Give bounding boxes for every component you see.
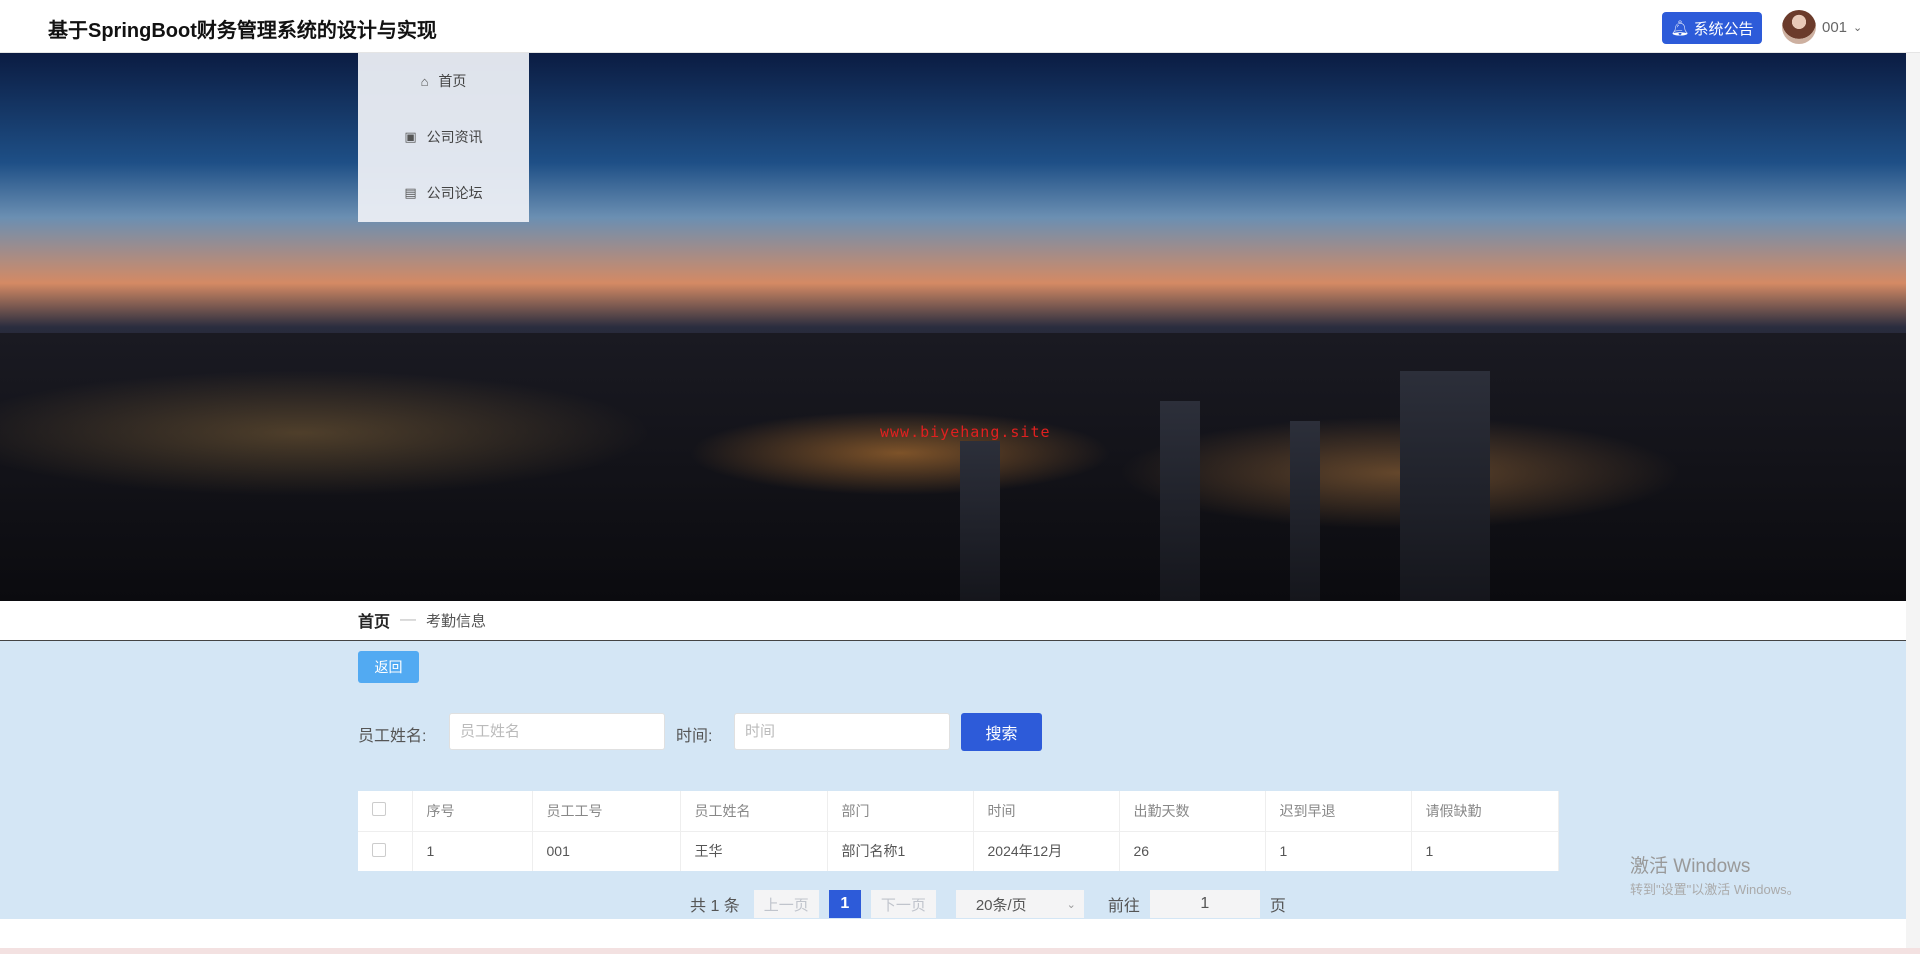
table-cell: 1	[1265, 831, 1412, 871]
column-header: 时间	[973, 791, 1120, 832]
time-input[interactable]	[734, 713, 950, 750]
breadcrumb: 首页 — 考勤信息	[358, 608, 486, 632]
chevron-down-icon: ⌄	[1853, 21, 1863, 34]
city-skyline	[0, 333, 1920, 601]
bell-icon: 🔔︎	[1670, 20, 1690, 37]
table-header-row: 序号 员工工号 员工姓名 部门 时间 出勤天数 迟到早退 请假缺勤	[358, 791, 1559, 832]
breadcrumb-current: 考勤信息	[426, 612, 487, 630]
search-button[interactable]: 搜索	[961, 713, 1042, 751]
watermark-text: www.biyehang.site	[880, 423, 1051, 441]
column-header: 员工姓名	[680, 791, 828, 832]
user-menu[interactable]: 001 ⌄	[1782, 10, 1862, 44]
column-header: 序号	[412, 791, 533, 832]
employee-name-input[interactable]	[449, 713, 665, 750]
column-header: 请假缺勤	[1411, 791, 1559, 832]
next-page-button[interactable]: 下一页	[870, 890, 936, 918]
nav-item-label: 首页	[438, 73, 467, 89]
select-all-cell	[358, 791, 413, 832]
breadcrumb-separator: —	[400, 611, 417, 628]
goto-page-input[interactable]: 1	[1149, 890, 1260, 918]
breadcrumb-home[interactable]: 首页	[358, 608, 390, 632]
nav-item-news[interactable]: ▣ 公司资讯	[358, 109, 529, 165]
column-header: 员工工号	[532, 791, 681, 832]
column-header: 部门	[827, 791, 974, 832]
nav-item-label: 公司资讯	[426, 129, 483, 145]
banner-image	[0, 53, 1920, 601]
building	[960, 441, 1000, 601]
top-bar: 基于SpringBoot财务管理系统的设计与实现 🔔︎ 系统公告 001 ⌄	[0, 0, 1920, 53]
building	[1400, 371, 1490, 601]
prev-page-button[interactable]: 上一页	[753, 890, 819, 918]
table-cell: 001	[532, 831, 681, 871]
system-notice-button[interactable]: 🔔︎ 系统公告	[1662, 12, 1762, 44]
windows-activation-title: 激活 Windows	[1630, 856, 1751, 877]
scrollbar[interactable]	[1906, 53, 1920, 954]
windows-activation-hint: 转到"设置"以激活 Windows。	[1630, 882, 1800, 897]
select-all-checkbox[interactable]	[372, 802, 386, 817]
username: 001	[1822, 18, 1848, 36]
back-button[interactable]: 返回	[358, 651, 419, 683]
avatar	[1782, 10, 1816, 44]
nav-item-forum[interactable]: ▤ 公司论坛	[358, 165, 529, 221]
table-cell: 部门名称1	[827, 831, 974, 871]
table-cell: 王华	[680, 831, 828, 871]
site-title: 基于SpringBoot财务管理系统的设计与实现	[48, 20, 437, 42]
news-icon: ▣	[404, 129, 417, 144]
nav-item-home[interactable]: ⌂ 首页	[358, 53, 529, 109]
home-icon: ⌂	[420, 73, 429, 89]
page-unit-label: 页	[1269, 898, 1286, 915]
table-row: 1 001 王华 部门名称1 2024年12月 26 1 1	[358, 831, 1559, 871]
bottom-edge	[0, 948, 1920, 954]
goto-label: 前往	[1107, 898, 1140, 915]
row-checkbox[interactable]	[372, 842, 386, 857]
pagination: 共 1 条 上一页 1 下一页 20条/页 ⌄ 前往 1 页	[690, 890, 1286, 918]
nav-menu: ⌂ 首页 ▣ 公司资讯 ▤ 公司论坛	[358, 53, 529, 222]
attendance-table: 序号 员工工号 员工姓名 部门 时间 出勤天数 迟到早退 请假缺勤 1 001 …	[358, 791, 1559, 871]
building	[1160, 401, 1200, 601]
chevron-down-icon: ⌄	[1066, 898, 1076, 911]
column-header: 出勤天数	[1119, 791, 1266, 832]
row-select-cell	[358, 831, 413, 871]
table-cell: 26	[1119, 831, 1266, 871]
building	[1290, 421, 1320, 601]
time-label: 时间:	[676, 728, 713, 745]
page-size-select[interactable]: 20条/页 ⌄	[955, 890, 1084, 918]
table-cell: 1	[1411, 831, 1559, 871]
page-size-value: 20条/页	[975, 896, 1027, 914]
column-header: 迟到早退	[1265, 791, 1412, 832]
forum-icon: ▤	[404, 185, 417, 200]
system-notice-label: 系统公告	[1693, 20, 1754, 38]
table-cell: 2024年12月	[973, 831, 1120, 871]
nav-item-label: 公司论坛	[426, 185, 483, 201]
table-cell: 1	[412, 831, 533, 871]
page-number-button[interactable]: 1	[828, 890, 861, 918]
employee-name-label: 员工姓名:	[358, 728, 427, 745]
total-count: 共 1 条	[690, 898, 740, 915]
